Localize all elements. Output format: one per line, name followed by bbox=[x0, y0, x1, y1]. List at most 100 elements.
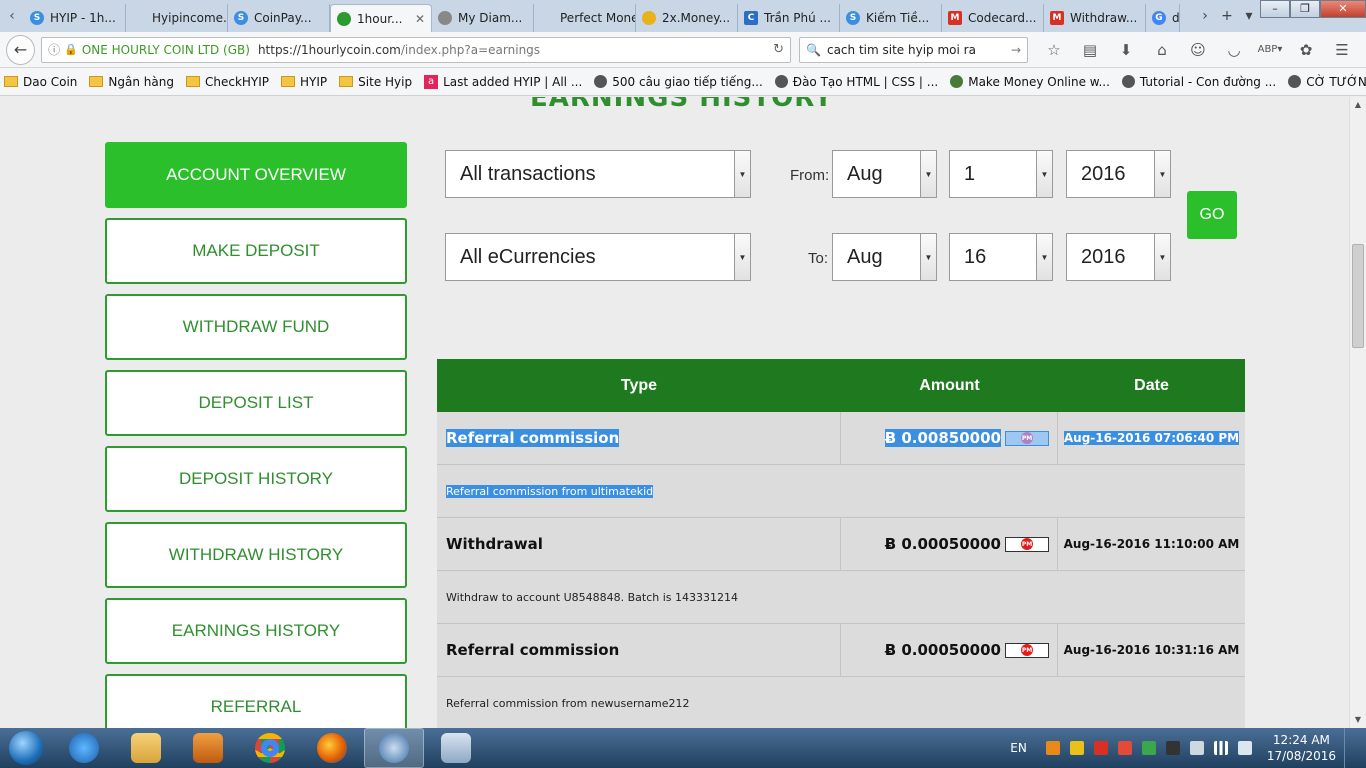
home-icon[interactable]: ⌂ bbox=[1144, 41, 1180, 59]
browser-tab[interactable]: Gd bbox=[1146, 4, 1180, 32]
from-month-select[interactable]: Aug ▼ bbox=[832, 150, 937, 198]
ecurrency-select[interactable]: All eCurrencies ▼ bbox=[445, 233, 751, 281]
from-day-select[interactable]: 1 ▼ bbox=[949, 150, 1053, 198]
search-bar[interactable]: 🔍 cach tim site hyip moi ra → bbox=[799, 36, 1028, 63]
adblock-icon[interactable]: ABP▾ bbox=[1252, 44, 1288, 55]
dropdown-arrow-icon[interactable]: ▼ bbox=[920, 234, 936, 280]
bookmark-item[interactable]: HYIP bbox=[281, 75, 327, 89]
browser-tab[interactable]: C Trần Phú ... bbox=[738, 4, 840, 32]
minimize-icon[interactable]: – bbox=[1260, 0, 1290, 18]
taskbar-app[interactable] bbox=[178, 728, 238, 768]
page-scrollbar[interactable]: ▲ ▼ bbox=[1349, 97, 1366, 728]
sidebar-item-deposit-history[interactable]: DEPOSIT HISTORY bbox=[105, 446, 407, 512]
new-tab-icon[interactable]: + bbox=[1216, 8, 1238, 24]
sidebar-item-account-overview[interactable]: ACCOUNT OVERVIEW bbox=[105, 142, 407, 208]
tray-app-icon[interactable] bbox=[1069, 741, 1084, 755]
sidebar-item-referral[interactable]: REFERRAL bbox=[105, 674, 407, 728]
dropdown-arrow-icon[interactable]: ▼ bbox=[1154, 234, 1170, 280]
language-indicator[interactable]: EN bbox=[1010, 741, 1027, 755]
bookmark-item[interactable]: Đào Tạo HTML | CSS | ... bbox=[774, 75, 938, 89]
go-button[interactable]: GO bbox=[1187, 191, 1237, 239]
bookmark-star-icon[interactable]: ☆ bbox=[1036, 41, 1072, 59]
taskbar-app[interactable] bbox=[116, 728, 176, 768]
close-tab-icon[interactable]: ✕ bbox=[415, 12, 425, 26]
volume-icon[interactable] bbox=[1237, 741, 1252, 755]
bookmark-item[interactable]: CỜ TƯỚNG: CHUYÊN ... bbox=[1288, 75, 1366, 89]
tab-scroll-left-icon[interactable]: ‹ bbox=[0, 0, 24, 32]
dropdown-arrow-icon[interactable]: ▼ bbox=[734, 234, 750, 280]
close-window-icon[interactable]: ✕ bbox=[1320, 0, 1366, 18]
clock-time: 12:24 AM bbox=[1272, 733, 1330, 747]
list-all-tabs-icon[interactable]: ▾ bbox=[1238, 8, 1260, 24]
taskbar-app[interactable] bbox=[426, 728, 486, 768]
tray-app-icon[interactable] bbox=[1045, 741, 1060, 755]
to-year-select[interactable]: 2016 ▼ bbox=[1066, 233, 1171, 281]
taskbar-app[interactable] bbox=[302, 728, 362, 768]
browser-tab[interactable]: Perfect Mone... bbox=[534, 4, 636, 32]
network-icon[interactable] bbox=[1213, 741, 1228, 755]
dropdown-arrow-icon[interactable]: ▼ bbox=[1036, 151, 1052, 197]
dropdown-arrow-icon[interactable]: ▼ bbox=[920, 151, 936, 197]
sidebar-item-withdraw-fund[interactable]: WITHDRAW FUND bbox=[105, 294, 407, 360]
search-input[interactable]: cach tim site hyip moi ra bbox=[827, 43, 976, 57]
bookmark-item[interactable]: Tutorial - Con đường ... bbox=[1121, 75, 1276, 89]
browser-tab[interactable]: M Withdraw... bbox=[1044, 4, 1146, 32]
taskbar-app[interactable] bbox=[54, 728, 114, 768]
to-month-select[interactable]: Aug ▼ bbox=[832, 233, 937, 281]
browser-tab-active[interactable]: 1hour... ✕ bbox=[330, 4, 432, 32]
dropdown-arrow-icon[interactable]: ▼ bbox=[734, 151, 750, 197]
browser-tab[interactable]: S Kiếm Tiề... bbox=[840, 4, 942, 32]
bookmark-item[interactable]: 500 câu giao tiếp tiếng... bbox=[594, 75, 763, 89]
extension-icon[interactable]: ✿ bbox=[1288, 41, 1324, 59]
lock-icon[interactable]: 🔒 bbox=[64, 43, 78, 56]
address-bar[interactable]: ⓘ 🔒 ONE HOURLY COIN LTD (GB) https://1ho… bbox=[41, 36, 792, 63]
chat-icon[interactable]: ☺ bbox=[1180, 41, 1216, 59]
transaction-type-select[interactable]: All transactions ▼ bbox=[445, 150, 751, 198]
taskbar-app[interactable] bbox=[240, 728, 300, 768]
info-icon[interactable]: ⓘ bbox=[48, 41, 60, 58]
clock[interactable]: 12:24 AM 17/08/2016 bbox=[1267, 732, 1336, 764]
start-button[interactable] bbox=[0, 728, 52, 768]
scrollbar-thumb[interactable] bbox=[1352, 244, 1364, 348]
browser-tab[interactable]: S CoinPay... bbox=[228, 4, 330, 32]
dropdown-arrow-icon[interactable]: ▼ bbox=[1036, 234, 1052, 280]
to-day-select[interactable]: 16 ▼ bbox=[949, 233, 1053, 281]
from-year-select[interactable]: 2016 ▼ bbox=[1066, 150, 1171, 198]
sidebar-item-withdraw-history[interactable]: WITHDRAW HISTORY bbox=[105, 522, 407, 588]
bookmark-item[interactable]: Ngân hàng bbox=[89, 75, 174, 89]
scroll-up-icon[interactable]: ▲ bbox=[1350, 97, 1366, 113]
bookmark-item[interactable]: Dao Coin bbox=[4, 75, 77, 89]
reading-list-icon[interactable]: ▤ bbox=[1072, 41, 1108, 59]
bookmark-item[interactable]: Site Hyip bbox=[339, 75, 412, 89]
dropdown-arrow-icon[interactable]: ▼ bbox=[1154, 151, 1170, 197]
search-go-icon[interactable]: → bbox=[1011, 43, 1021, 57]
pocket-icon[interactable]: ◡ bbox=[1216, 41, 1252, 59]
site-identity[interactable]: ONE HOURLY COIN LTD (GB) bbox=[82, 43, 250, 57]
downloads-icon[interactable]: ⬇ bbox=[1108, 41, 1144, 59]
sidebar-item-deposit-list[interactable]: DEPOSIT LIST bbox=[105, 370, 407, 436]
tab-favicon-icon: M bbox=[1050, 11, 1064, 25]
menu-icon[interactable]: ☰ bbox=[1324, 41, 1360, 59]
tab-scroll-right-icon[interactable]: › bbox=[1194, 8, 1216, 24]
flag-icon[interactable] bbox=[1189, 741, 1204, 755]
back-button[interactable]: ← bbox=[6, 34, 36, 65]
reload-icon[interactable]: ↻ bbox=[773, 42, 784, 57]
tray-app-icon[interactable] bbox=[1093, 741, 1108, 755]
browser-tab[interactable]: M Codecard... bbox=[942, 4, 1044, 32]
taskbar-app-active[interactable] bbox=[364, 728, 424, 768]
shield-icon[interactable] bbox=[1117, 741, 1132, 755]
sidebar-item-make-deposit[interactable]: MAKE DEPOSIT bbox=[105, 218, 407, 284]
bookmark-item[interactable]: a Last added HYIP | All ... bbox=[424, 74, 582, 89]
sidebar-item-earnings-history[interactable]: EARNINGS HISTORY bbox=[105, 598, 407, 664]
scroll-down-icon[interactable]: ▼ bbox=[1350, 712, 1366, 728]
tray-app-icon[interactable] bbox=[1141, 741, 1156, 755]
browser-tab[interactable]: S HYIP - 1h... bbox=[24, 4, 126, 32]
browser-tab[interactable]: 2x.Money... bbox=[636, 4, 738, 32]
bookmark-item[interactable]: CheckHYIP bbox=[185, 75, 269, 89]
browser-tab[interactable]: My Diam... bbox=[432, 4, 534, 32]
show-desktop-button[interactable] bbox=[1344, 728, 1358, 768]
tray-app-icon[interactable] bbox=[1165, 741, 1180, 755]
browser-tab[interactable]: Hyipincome... bbox=[126, 4, 228, 32]
bookmark-item[interactable]: Make Money Online w... bbox=[950, 75, 1110, 89]
maximize-icon[interactable]: ❐ bbox=[1290, 0, 1320, 18]
